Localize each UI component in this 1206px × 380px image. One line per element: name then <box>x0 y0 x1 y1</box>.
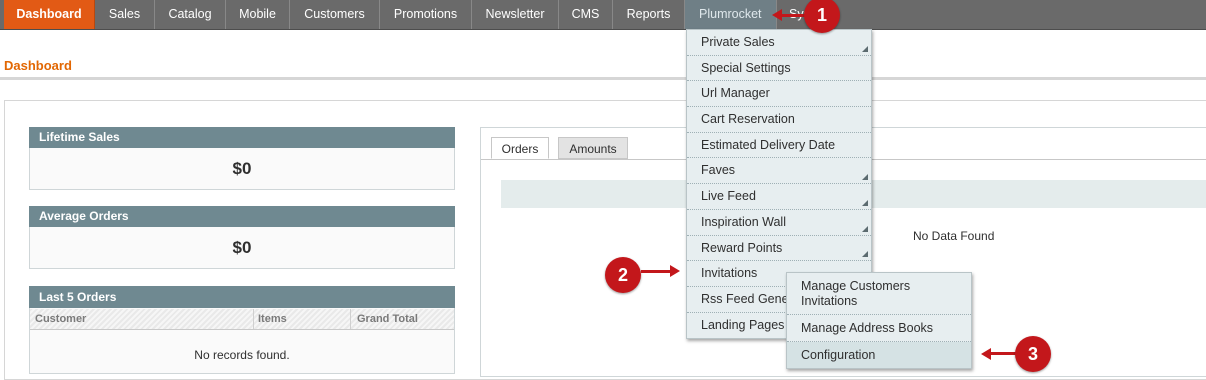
title-divider <box>0 77 1206 80</box>
nav-sales[interactable]: Sales <box>95 0 155 29</box>
menu-item-cart-reservation[interactable]: Cart Reservation <box>687 107 871 133</box>
menu-item-private-sales[interactable]: Private Sales <box>687 30 871 56</box>
page-title: Dashboard <box>4 58 72 73</box>
chart-empty-text: No Data Found <box>913 229 995 243</box>
menu-item-estimated-delivery-date[interactable]: Estimated Delivery Date <box>687 133 871 159</box>
menu-item-faves[interactable]: Faves <box>687 158 871 185</box>
menu-item-inspiration-wall[interactable]: Inspiration Wall <box>687 210 871 236</box>
nav-cms[interactable]: CMS <box>559 0 613 29</box>
average-orders-value: $0 <box>232 238 252 257</box>
arrow-shaft <box>641 270 671 273</box>
column-items[interactable]: Items <box>258 313 287 325</box>
arrow-shaft <box>990 352 1016 355</box>
menu-item-label: Faves <box>701 163 736 178</box>
menu-item-url-manager[interactable]: Url Manager <box>687 81 871 108</box>
average-orders-header: Average Orders <box>29 206 455 227</box>
last-orders-header: Last 5 Orders <box>29 286 455 308</box>
submenu-arrow-icon <box>862 199 868 206</box>
step-marker-2: 2 <box>605 257 641 293</box>
last-orders-empty-text: No records found. <box>194 348 290 362</box>
menu-item-label: Reward Points <box>701 240 783 255</box>
nav-mobile[interactable]: Mobile <box>226 0 290 29</box>
submenu-item-manage-customers-invitations[interactable]: Manage Customers Invitations <box>787 273 971 315</box>
menu-item-live-feed[interactable]: Live Feed <box>687 184 871 210</box>
submenu-arrow-icon <box>862 251 868 258</box>
menu-item-label: Private Sales <box>701 35 775 49</box>
menu-item-label: Cart Reservation <box>701 112 795 127</box>
lifetime-sales-header: Lifetime Sales <box>29 127 455 148</box>
lifetime-sales-box: $0 <box>29 148 455 190</box>
arrow-shaft <box>781 14 805 17</box>
menu-item-label: Rss Feed Gene <box>701 291 789 306</box>
column-customer[interactable]: Customer <box>35 313 86 325</box>
column-divider <box>350 309 351 329</box>
nav-dashboard[interactable]: Dashboard <box>4 0 95 29</box>
menu-item-label: Landing Pages <box>701 317 785 332</box>
menu-item-label: Live Feed <box>701 189 756 204</box>
invitations-submenu: Manage Customers Invitations Manage Addr… <box>786 272 972 369</box>
submenu-arrow-icon <box>862 45 868 52</box>
nav-newsletter[interactable]: Newsletter <box>472 0 559 29</box>
tab-orders[interactable]: Orders <box>491 137 549 159</box>
menu-item-label: Special Settings <box>701 60 791 75</box>
nav-plumrocket[interactable]: Plumrocket <box>685 0 777 29</box>
submenu-arrow-icon <box>862 174 868 181</box>
column-grand-total[interactable]: Grand Total <box>357 313 418 325</box>
column-divider <box>253 309 254 329</box>
lifetime-sales-value: $0 <box>232 159 252 178</box>
submenu-item-configuration[interactable]: Configuration <box>787 342 971 368</box>
last-orders-columns: Customer Items Grand Total <box>30 309 454 330</box>
nav-catalog[interactable]: Catalog <box>155 0 226 29</box>
main-navigation: Dashboard Sales Catalog Mobile Customers… <box>0 0 1206 30</box>
menu-item-special-settings[interactable]: Special Settings <box>687 56 871 82</box>
arrow-right-icon <box>670 265 680 277</box>
submenu-arrow-icon <box>862 225 868 232</box>
menu-item-label: Url Manager <box>701 86 770 101</box>
nav-customers[interactable]: Customers <box>290 0 380 29</box>
tab-amounts[interactable]: Amounts <box>558 137 628 159</box>
menu-item-label: Inspiration Wall <box>701 214 786 229</box>
step-marker-3: 3 <box>1015 336 1051 372</box>
nav-promotions[interactable]: Promotions <box>380 0 472 29</box>
nav-reports[interactable]: Reports <box>613 0 685 29</box>
menu-item-label: Invitations <box>701 266 758 281</box>
menu-item-reward-points[interactable]: Reward Points <box>687 236 871 262</box>
menu-item-label: Estimated Delivery Date <box>701 137 836 152</box>
average-orders-box: $0 <box>29 227 455 269</box>
submenu-item-manage-address-books[interactable]: Manage Address Books <box>787 315 971 342</box>
